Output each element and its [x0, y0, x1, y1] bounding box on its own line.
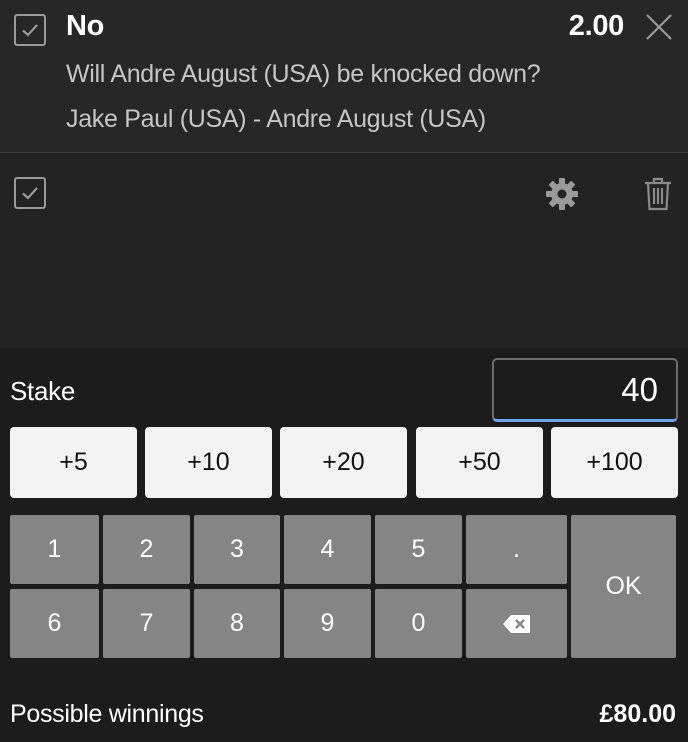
- selection-odds: 2.00: [568, 10, 625, 42]
- keypad-backspace-button[interactable]: [466, 589, 567, 658]
- selection-market: Will Andre August (USA) be knocked down?: [66, 60, 541, 88]
- possible-winnings-label: Possible winnings: [10, 700, 204, 728]
- selection-card: No 2.00 Will Andre August (USA) be knock…: [0, 0, 688, 153]
- bet-options-area: [0, 154, 688, 348]
- backspace-icon: [502, 614, 530, 633]
- selection-title: No: [66, 10, 105, 42]
- keypad-ok-button[interactable]: OK: [571, 515, 676, 658]
- checkmark-icon: [22, 24, 38, 37]
- keypad-key-2[interactable]: 2: [103, 515, 190, 584]
- keypad-key-8[interactable]: 8: [194, 589, 280, 658]
- quick-stake-20-button[interactable]: +20: [280, 427, 407, 498]
- keypad-key-5[interactable]: 5: [375, 515, 462, 584]
- possible-winnings-value: £80.00: [599, 700, 676, 728]
- trash-icon[interactable]: [643, 176, 673, 212]
- checkmark-icon: [22, 187, 38, 200]
- close-icon[interactable]: [642, 10, 676, 44]
- accept-odds-checkbox[interactable]: [14, 177, 46, 209]
- selection-event: Jake Paul (USA) - Andre August (USA): [66, 105, 486, 133]
- quick-stake-50-button[interactable]: +50: [416, 427, 543, 498]
- keypad-key-3[interactable]: 3: [194, 515, 280, 584]
- keypad-key-4[interactable]: 4: [284, 515, 371, 584]
- quick-stake-100-button[interactable]: +100: [551, 427, 678, 498]
- quick-stake-5-button[interactable]: +5: [10, 427, 137, 498]
- keypad-key-9[interactable]: 9: [284, 589, 371, 658]
- keypad-key-decimal[interactable]: .: [466, 515, 567, 584]
- keypad-key-0[interactable]: 0: [375, 589, 462, 658]
- stake-row: Stake: [0, 348, 688, 428]
- keypad-key-1[interactable]: 1: [10, 515, 99, 584]
- gear-icon[interactable]: [544, 176, 580, 212]
- quick-stake-10-button[interactable]: +10: [145, 427, 272, 498]
- stake-label: Stake: [10, 376, 75, 406]
- selection-checkbox[interactable]: [14, 14, 46, 46]
- stake-input[interactable]: [492, 358, 678, 422]
- keypad-key-6[interactable]: 6: [10, 589, 99, 658]
- keypad-key-7[interactable]: 7: [103, 589, 190, 658]
